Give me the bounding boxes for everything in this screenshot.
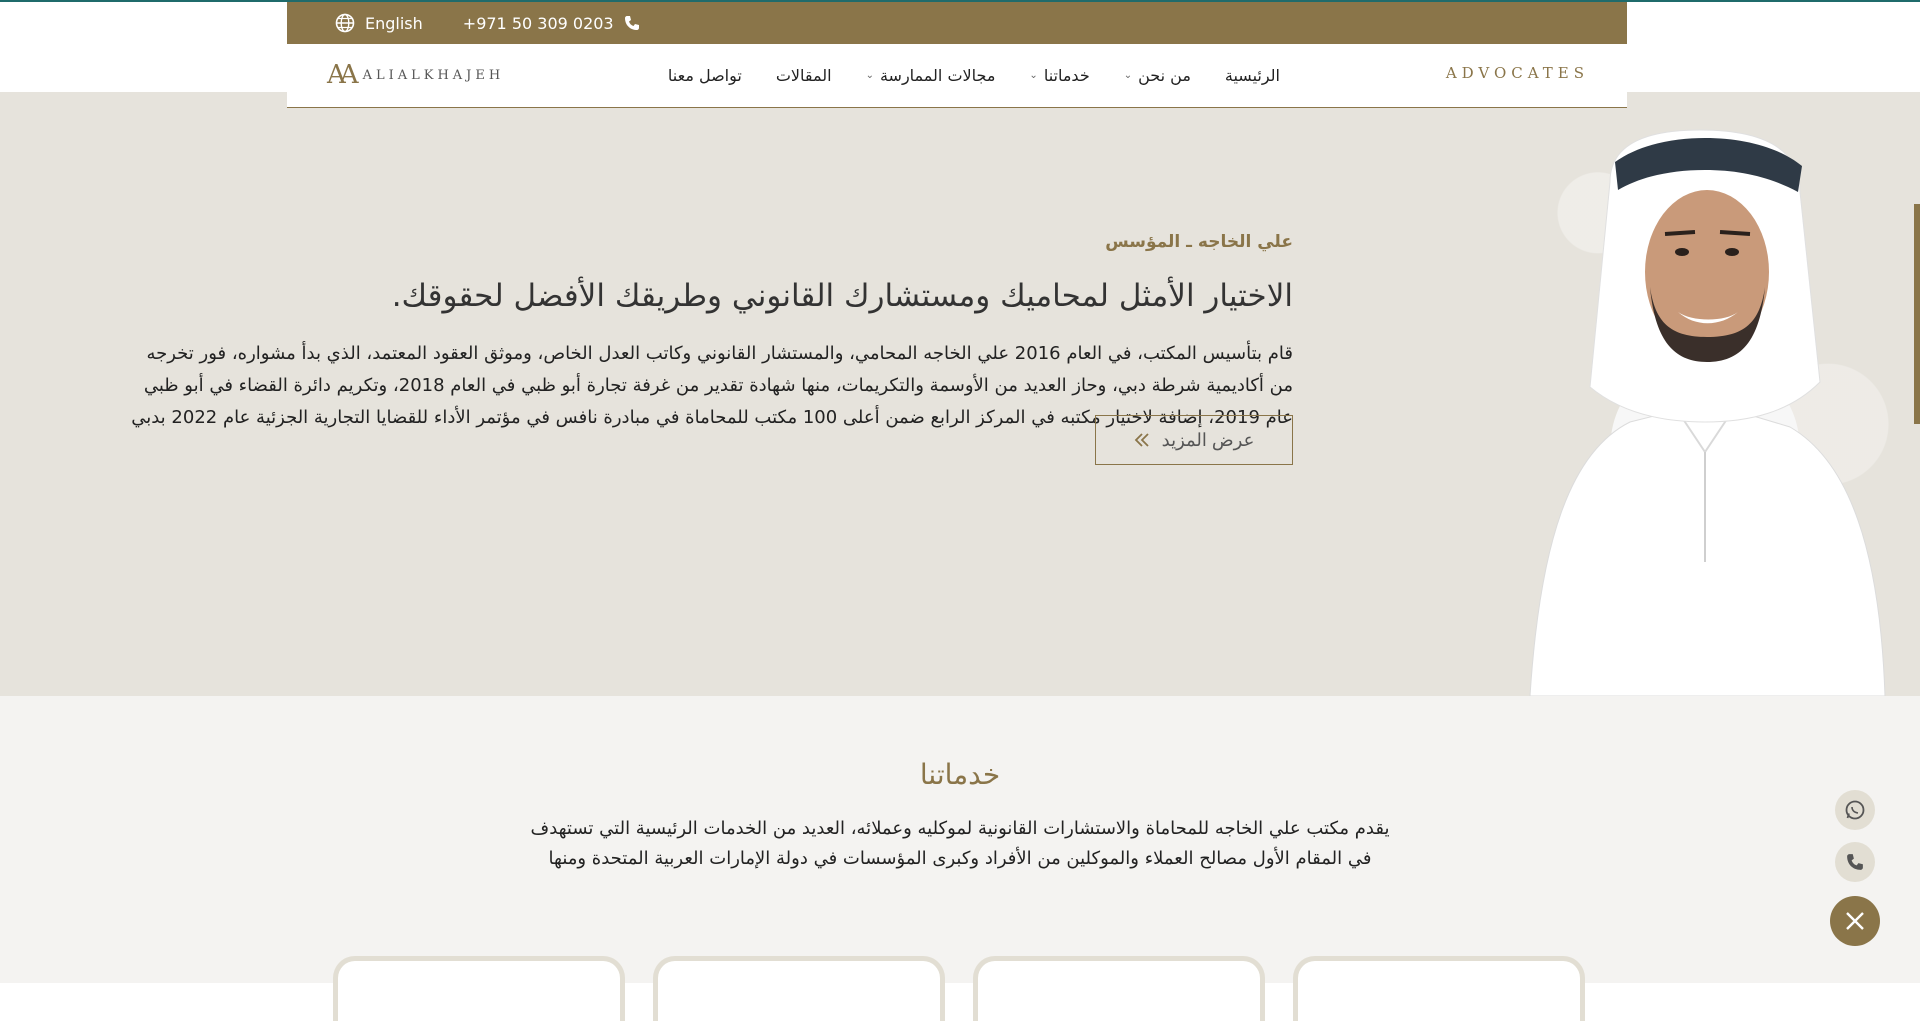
view-more-button[interactable]: عرض المزيد bbox=[1095, 415, 1293, 465]
nav-item-practice-areas[interactable]: مجالات الممارسة ⌄ bbox=[866, 66, 996, 85]
whatsapp-icon bbox=[1845, 800, 1865, 820]
logo-text: ALIALKHAJEH bbox=[362, 67, 505, 83]
services-description: يقدم مكتب علي الخاجه للمحاماة والاستشارا… bbox=[530, 818, 1390, 869]
nav-item-label: خدماتنا bbox=[1043, 66, 1090, 85]
nav-item-label: من نحن bbox=[1138, 66, 1191, 85]
nav-item-label: تواصل معنا bbox=[667, 66, 742, 85]
site-logo[interactable]: AA ALIALKHAJEH bbox=[327, 60, 504, 90]
hero-text-block: علي الخاجه ـ المؤسس الاختيار الأمثل لمحا… bbox=[123, 232, 1293, 434]
main-nav-bar: AA ALIALKHAJEH الرئيسية من نحن ⌄ خدماتنا… bbox=[287, 44, 1627, 108]
whatsapp-button[interactable] bbox=[1835, 790, 1875, 830]
phone-icon bbox=[624, 16, 639, 30]
view-more-label: عرض المزيد bbox=[1161, 429, 1255, 450]
call-button[interactable] bbox=[1835, 842, 1875, 882]
nav-menu: الرئيسية من نحن ⌄ خدماتنا ⌄ مجالات المما… bbox=[668, 44, 1280, 107]
language-label: English bbox=[365, 13, 423, 33]
services-title: خدماتنا bbox=[919, 758, 1001, 791]
founder-portrait bbox=[1529, 129, 1886, 696]
nav-item-services[interactable]: خدماتنا ⌄ bbox=[1029, 66, 1089, 85]
service-card[interactable] bbox=[973, 956, 1265, 1021]
service-card[interactable] bbox=[653, 956, 945, 1021]
close-icon bbox=[1846, 912, 1864, 930]
service-card[interactable] bbox=[333, 956, 625, 1021]
nav-item-label: مجالات الممارسة bbox=[879, 66, 996, 85]
scrollbar-thumb[interactable] bbox=[1914, 204, 1920, 424]
hero-eyebrow: علي الخاجه ـ المؤسس bbox=[1105, 232, 1293, 252]
chevron-down-icon: ⌄ bbox=[1029, 70, 1038, 81]
site-header: English +971 50 309 0203 AA ALIALKHAJEH … bbox=[287, 2, 1627, 108]
nav-item-articles[interactable]: المقالات bbox=[776, 66, 832, 85]
nav-item-about[interactable]: من نحن ⌄ bbox=[1124, 66, 1191, 85]
logo-mark: AA bbox=[327, 60, 358, 90]
services-section: خدماتنا يقدم مكتب علي الخاجه للمحاماة وا… bbox=[0, 696, 1920, 1021]
hero-title: الاختيار الأمثل لمحاميك ومستشارك القانون… bbox=[391, 278, 1293, 314]
advocates-tagline: ADVOCATES bbox=[1445, 64, 1589, 82]
phone-number: +971 50 309 0203 bbox=[462, 13, 614, 33]
chevron-down-icon: ⌄ bbox=[1123, 70, 1133, 81]
globe-icon bbox=[335, 13, 355, 33]
nav-item-contact[interactable]: تواصل معنا bbox=[668, 66, 742, 85]
language-switch[interactable]: English bbox=[335, 13, 423, 33]
nav-item-label: الرئيسية bbox=[1224, 66, 1280, 85]
phone-icon bbox=[1847, 854, 1863, 870]
chevron-down-icon: ⌄ bbox=[865, 70, 874, 81]
nav-item-label: المقالات bbox=[775, 66, 832, 85]
double-chevron-icon bbox=[1134, 433, 1149, 447]
phone-link[interactable]: +971 50 309 0203 bbox=[463, 14, 640, 33]
service-card[interactable] bbox=[1293, 956, 1585, 1021]
close-floating-button[interactable] bbox=[1830, 896, 1880, 946]
top-bar: English +971 50 309 0203 bbox=[287, 2, 1627, 44]
hero-section: علي الخاجه ـ المؤسس الاختيار الأمثل لمحا… bbox=[0, 92, 1920, 696]
nav-item-home[interactable]: الرئيسية bbox=[1225, 66, 1280, 85]
